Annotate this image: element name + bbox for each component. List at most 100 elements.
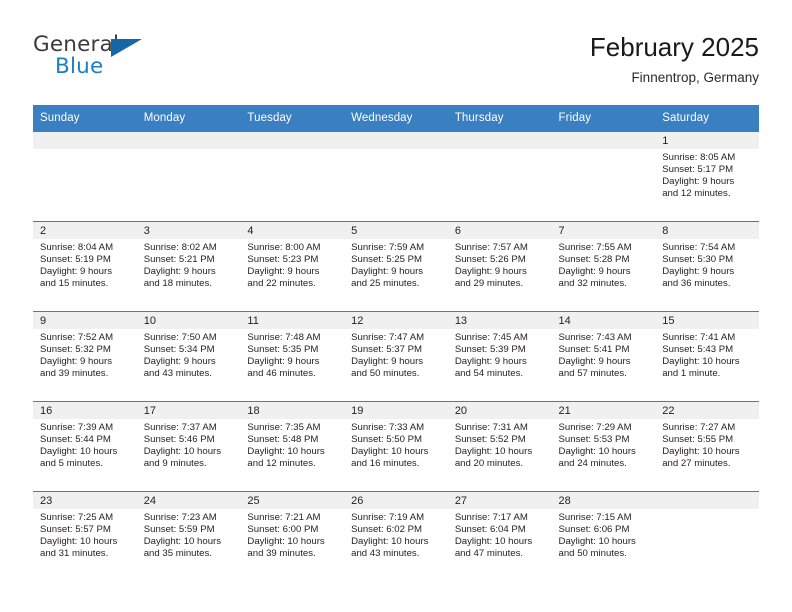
sunset-time: Sunset: 6:04 PM bbox=[454, 524, 526, 536]
sunset-time: Sunset: 5:48 PM bbox=[247, 434, 319, 446]
calendar-day-cell[interactable]: 19 Sunrise: 7:33 AM Sunset: 5:50 PM Dayligh… bbox=[344, 401, 448, 492]
sunset-time: Sunset: 5:21 PM bbox=[143, 254, 215, 266]
day-number: 27 bbox=[447, 492, 552, 509]
sunrise-time: Sunrise: 7:41 AM bbox=[662, 332, 736, 343]
calendar-day-cell[interactable]: 3 Sunrise: 8:02 AM Sunset: 5:21 PM Daylight… bbox=[136, 221, 241, 312]
calendar-day-cell[interactable]: 21 Sunrise: 7:29 AM Sunset: 5:53 PM Dayligh… bbox=[551, 401, 656, 492]
calendar-day-cell[interactable]: 13 Sunrise: 7:45 AM Sunset: 5:39 PM Dayligh… bbox=[447, 311, 552, 402]
calendar-day-cell[interactable]: 9 Sunrise: 7:52 AM Sunset: 5:32 PM Daylight… bbox=[33, 311, 137, 402]
calendar-day-cell[interactable]: 6 Sunrise: 7:57 AM Sunset: 5:26 PM Daylight… bbox=[447, 221, 552, 312]
calendar-day-cell[interactable]: 10 Sunrise: 7:50 AM Sunset: 5:34 PM Dayligh… bbox=[136, 311, 241, 402]
day-cell-inner: 11 Sunrise: 7:48 AM Sunset: 5:35 PM Dayligh… bbox=[240, 312, 345, 401]
daylight-duration-line1: Daylight: 10 hours bbox=[558, 446, 636, 458]
weekday-header-saturday: Saturday bbox=[655, 105, 759, 132]
page-subtitle: Finnentrop, Germany bbox=[631, 70, 759, 85]
day-sun-info bbox=[344, 149, 448, 152]
calendar-week-row: 23 Sunrise: 7:25 AM Sunset: 5:57 PM Dayligh… bbox=[33, 491, 759, 581]
daylight-duration-line2: and 15 minutes. bbox=[40, 278, 109, 290]
daylight-duration-line2: and 50 minutes. bbox=[558, 548, 627, 560]
calendar-day-cell[interactable]: 5 Sunrise: 7:59 AM Sunset: 5:25 PM Daylight… bbox=[344, 221, 448, 312]
day-cell-inner bbox=[655, 492, 759, 581]
daylight-duration-line2: and 1 minute. bbox=[662, 368, 721, 380]
calendar-day-cell[interactable]: 27 Sunrise: 7:17 AM Sunset: 6:04 PM Dayligh… bbox=[447, 491, 552, 581]
calendar-day-cell[interactable]: 20 Sunrise: 7:31 AM Sunset: 5:52 PM Dayligh… bbox=[447, 401, 552, 492]
calendar-day-cell[interactable]: 23 Sunrise: 7:25 AM Sunset: 5:57 PM Dayligh… bbox=[33, 491, 137, 581]
sunrise-time: Sunrise: 7:33 AM bbox=[351, 422, 425, 433]
day-sun-info: Sunrise: 7:47 AM Sunset: 5:37 PM Daylight:… bbox=[344, 329, 448, 380]
day-number: 3 bbox=[136, 222, 241, 239]
calendar-day-cell[interactable]: 7 Sunrise: 7:55 AM Sunset: 5:28 PM Daylight… bbox=[551, 221, 656, 312]
sunset-time: Sunset: 5:37 PM bbox=[351, 344, 423, 356]
day-sun-info bbox=[448, 149, 552, 152]
calendar-day-cell[interactable]: 16 Sunrise: 7:39 AM Sunset: 5:44 PM Dayligh… bbox=[33, 401, 137, 492]
day-cell-inner: 21 Sunrise: 7:29 AM Sunset: 5:53 PM Dayligh… bbox=[551, 402, 656, 491]
sunrise-time: Sunrise: 7:55 AM bbox=[558, 242, 632, 253]
calendar-day-cell[interactable]: 11 Sunrise: 7:48 AM Sunset: 5:35 PM Dayligh… bbox=[240, 311, 345, 402]
day-sun-info: Sunrise: 7:43 AM Sunset: 5:41 PM Daylight:… bbox=[552, 329, 656, 380]
day-number: 15 bbox=[655, 312, 759, 329]
day-sun-info bbox=[655, 509, 759, 512]
calendar-week-row: 1 Sunrise: 8:05 AM Sunset: 5:17 PM Daylight… bbox=[33, 132, 759, 222]
calendar-day-cell[interactable]: 14 Sunrise: 7:43 AM Sunset: 5:41 PM Dayligh… bbox=[551, 311, 656, 402]
daylight-duration-line2: and 25 minutes. bbox=[351, 278, 420, 290]
calendar-day-cell[interactable]: 15 Sunrise: 7:41 AM Sunset: 5:43 PM Dayligh… bbox=[655, 311, 759, 402]
day-cell-inner: 13 Sunrise: 7:45 AM Sunset: 5:39 PM Dayligh… bbox=[447, 312, 552, 401]
sunrise-time: Sunrise: 8:05 AM bbox=[662, 152, 736, 163]
day-sun-info bbox=[33, 149, 137, 152]
calendar-week-row: 9 Sunrise: 7:52 AM Sunset: 5:32 PM Daylight… bbox=[33, 311, 759, 402]
day-number: 4 bbox=[240, 222, 345, 239]
calendar-day-cell[interactable]: 24 Sunrise: 7:23 AM Sunset: 5:59 PM Dayligh… bbox=[136, 491, 241, 581]
daylight-duration-line2: and 18 minutes. bbox=[143, 278, 212, 290]
sunset-time: Sunset: 5:35 PM bbox=[247, 344, 319, 356]
calendar-day-cell[interactable]: 18 Sunrise: 7:35 AM Sunset: 5:48 PM Dayligh… bbox=[240, 401, 345, 492]
day-number: 17 bbox=[136, 402, 241, 419]
daylight-duration-line1: Daylight: 9 hours bbox=[558, 356, 631, 368]
weekday-header-wednesday: Wednesday bbox=[344, 105, 448, 132]
sunset-time: Sunset: 5:17 PM bbox=[662, 164, 734, 176]
day-sun-info: Sunrise: 7:50 AM Sunset: 5:34 PM Daylight:… bbox=[137, 329, 241, 380]
daylight-duration-line1: Daylight: 9 hours bbox=[40, 266, 112, 278]
day-number: 11 bbox=[240, 312, 345, 329]
day-cell-inner: 1 Sunrise: 8:05 AM Sunset: 5:17 PM Daylight… bbox=[655, 132, 759, 221]
calendar-day-cell[interactable]: 17 Sunrise: 7:37 AM Sunset: 5:46 PM Dayligh… bbox=[136, 401, 241, 492]
sunset-time: Sunset: 5:50 PM bbox=[351, 434, 423, 446]
day-sun-info: Sunrise: 7:45 AM Sunset: 5:39 PM Daylight:… bbox=[448, 329, 552, 380]
calendar-day-cell[interactable]: 8 Sunrise: 7:54 AM Sunset: 5:30 PM Daylight… bbox=[655, 221, 759, 312]
day-sun-info: Sunrise: 7:15 AM Sunset: 6:06 PM Daylight:… bbox=[552, 509, 656, 560]
day-cell-inner: 17 Sunrise: 7:37 AM Sunset: 5:46 PM Dayligh… bbox=[136, 402, 241, 491]
calendar-day-cell[interactable]: 26 Sunrise: 7:19 AM Sunset: 6:02 PM Dayligh… bbox=[344, 491, 448, 581]
day-cell-inner bbox=[447, 132, 552, 221]
brand-name-blue: Blue bbox=[55, 54, 104, 79]
day-sun-info: Sunrise: 7:39 AM Sunset: 5:44 PM Daylight:… bbox=[33, 419, 137, 470]
day-sun-info bbox=[552, 149, 656, 152]
calendar-day-cell[interactable]: 22 Sunrise: 7:27 AM Sunset: 5:55 PM Dayligh… bbox=[655, 401, 759, 492]
calendar-day-cell[interactable]: 1 Sunrise: 8:05 AM Sunset: 5:17 PM Daylight… bbox=[655, 132, 759, 222]
triangle-flag-icon bbox=[111, 39, 142, 57]
day-sun-info: Sunrise: 7:59 AM Sunset: 5:25 PM Daylight:… bbox=[344, 239, 448, 290]
calendar-day-cell[interactable]: 4 Sunrise: 8:00 AM Sunset: 5:23 PM Daylight… bbox=[240, 221, 345, 312]
day-number: 10 bbox=[136, 312, 241, 329]
sunrise-time: Sunrise: 7:50 AM bbox=[143, 332, 217, 343]
calendar-day-cell[interactable]: 28 Sunrise: 7:15 AM Sunset: 6:06 PM Dayligh… bbox=[551, 491, 656, 581]
sunrise-time: Sunrise: 8:04 AM bbox=[40, 242, 114, 253]
daylight-duration-line1: Daylight: 10 hours bbox=[351, 536, 429, 548]
day-sun-info: Sunrise: 7:35 AM Sunset: 5:48 PM Daylight:… bbox=[240, 419, 344, 470]
day-sun-info: Sunrise: 7:48 AM Sunset: 5:35 PM Daylight:… bbox=[240, 329, 344, 380]
daylight-duration-line1: Daylight: 10 hours bbox=[662, 356, 740, 368]
daylight-duration-line2: and 46 minutes. bbox=[247, 368, 316, 380]
sunrise-time: Sunrise: 7:23 AM bbox=[143, 512, 217, 523]
day-number: 9 bbox=[33, 312, 137, 329]
calendar-day-cell[interactable]: 25 Sunrise: 7:21 AM Sunset: 6:00 PM Dayligh… bbox=[240, 491, 345, 581]
day-cell-inner: 4 Sunrise: 8:00 AM Sunset: 5:23 PM Daylight… bbox=[240, 222, 345, 311]
sunset-time: Sunset: 5:30 PM bbox=[662, 254, 734, 266]
day-cell-inner: 19 Sunrise: 7:33 AM Sunset: 5:50 PM Dayligh… bbox=[344, 402, 448, 491]
day-number: 18 bbox=[240, 402, 345, 419]
calendar-day-cell[interactable]: 12 Sunrise: 7:47 AM Sunset: 5:37 PM Dayligh… bbox=[344, 311, 448, 402]
daylight-duration-line1: Daylight: 9 hours bbox=[454, 356, 527, 368]
brand-logo[interactable]: General Blue bbox=[33, 32, 153, 86]
day-number: 26 bbox=[344, 492, 448, 509]
daylight-duration-line2: and 9 minutes. bbox=[143, 458, 207, 470]
sunrise-time: Sunrise: 7:52 AM bbox=[40, 332, 114, 343]
sunrise-time: Sunrise: 7:27 AM bbox=[662, 422, 736, 433]
calendar-day-cell[interactable]: 2 Sunrise: 8:04 AM Sunset: 5:19 PM Daylight… bbox=[33, 221, 137, 312]
